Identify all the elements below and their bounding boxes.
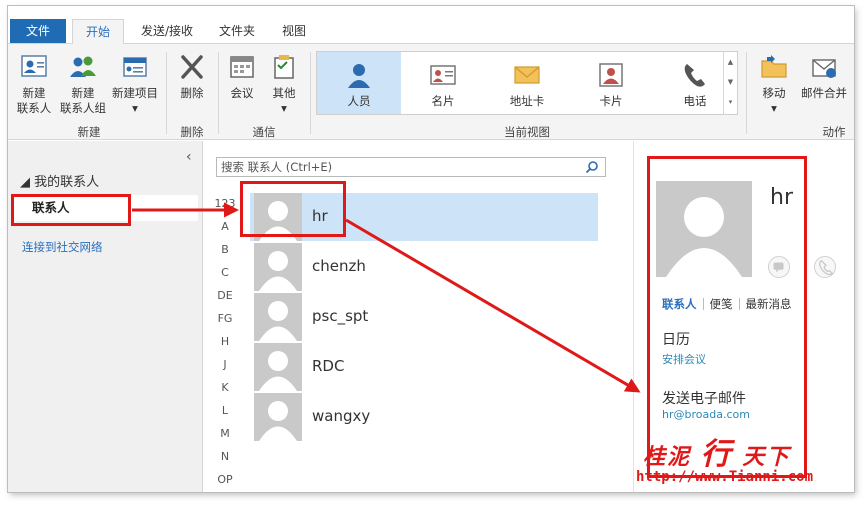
watermark-logo: 桂泥 行 天下 (643, 429, 790, 473)
watermark-text-3: 天下 (742, 444, 791, 470)
watermark-text-1: 桂泥 (643, 444, 692, 470)
outlook-window: 文件 开始 发送/接收 文件夹 视图 新建 联系人 新建 联系人组 新建项目 ▾… (8, 6, 854, 492)
watermark-url: http://www.Tianni.com (636, 469, 814, 485)
arrow-to-card (345, 218, 641, 393)
annotation-arrows (132, 202, 641, 393)
watermark-text-2: 行 (700, 437, 733, 472)
